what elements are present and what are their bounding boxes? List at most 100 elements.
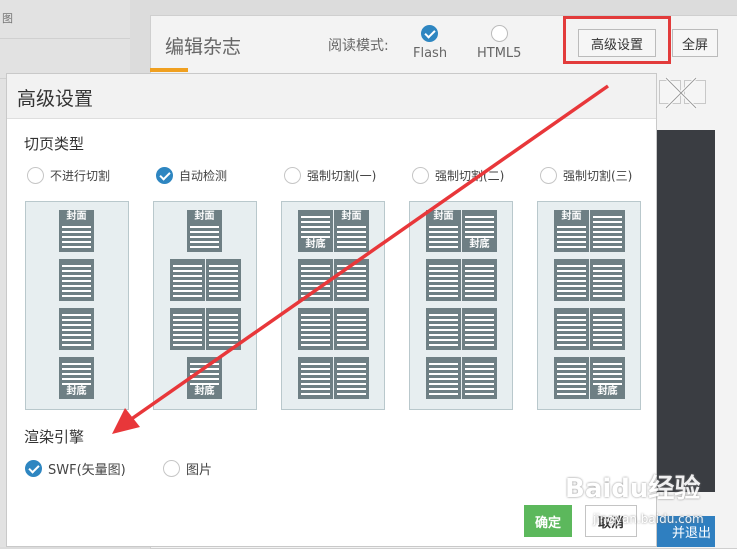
option-label: 不进行切割: [50, 168, 111, 183]
split-preview-auto[interactable]: 封面 封底: [153, 201, 257, 410]
text-line: [593, 275, 622, 277]
text-line: [465, 388, 494, 390]
text-line: [557, 246, 586, 248]
text-line: [301, 236, 330, 238]
text-line: [62, 270, 91, 272]
text-line: [465, 265, 494, 267]
render-engine-title: 渲染引擎: [24, 428, 85, 446]
split-option-none[interactable]: 不进行切割: [27, 165, 110, 185]
text-line: [301, 285, 330, 287]
text-line: [62, 324, 91, 326]
cover-label: 封面: [187, 211, 222, 223]
radio-icon: [412, 166, 429, 184]
text-line: [429, 383, 458, 385]
page-icon: [298, 357, 333, 399]
text-line: [301, 378, 330, 380]
text-line: [465, 295, 494, 297]
text-line: [429, 373, 458, 375]
confirm-button[interactable]: 确定: [524, 505, 572, 537]
text-line: [557, 319, 586, 321]
text-line: [301, 314, 330, 316]
page-icon: [426, 357, 461, 399]
split-preview-force-3[interactable]: 封面 封底: [537, 201, 641, 410]
text-line: [465, 226, 494, 228]
page-icon: [334, 308, 369, 350]
text-line: [337, 373, 366, 375]
back-cover-label: 封底: [590, 386, 625, 398]
text-line: [301, 339, 330, 341]
text-line: [593, 378, 622, 380]
text-line: [62, 241, 91, 243]
split-option-auto[interactable]: 自动检测: [156, 165, 227, 185]
render-option-image[interactable]: 图片: [163, 458, 212, 478]
text-line: [337, 236, 366, 238]
split-preview-none[interactable]: 封面 封底: [25, 201, 129, 410]
text-line: [62, 246, 91, 248]
html5-mode-radio[interactable]: [491, 25, 508, 42]
text-line: [465, 373, 494, 375]
text-line: [593, 383, 622, 385]
text-line: [557, 314, 586, 316]
radio-icon: [163, 459, 180, 477]
text-line: [337, 363, 366, 365]
text-line: [62, 226, 91, 228]
text-line: [190, 373, 219, 375]
text-line: [429, 324, 458, 326]
split-option-force-3[interactable]: 强制切割(三): [540, 165, 632, 185]
text-line: [465, 319, 494, 321]
text-line: [62, 368, 91, 370]
text-line: [337, 334, 366, 336]
text-line: [209, 324, 238, 326]
split-preview-force-1[interactable]: 封底 封面: [281, 201, 385, 410]
text-line: [62, 231, 91, 233]
text-line: [301, 270, 330, 272]
text-line: [301, 226, 330, 228]
text-line: [209, 314, 238, 316]
text-line: [593, 329, 622, 331]
page-icon: [590, 259, 625, 301]
text-line: [429, 241, 458, 243]
back-cover-page-icon: 封底: [298, 210, 333, 252]
text-line: [465, 368, 494, 370]
text-line: [209, 270, 238, 272]
text-line: [209, 280, 238, 282]
text-line: [557, 334, 586, 336]
page-icon: [206, 259, 241, 301]
text-line: [465, 363, 494, 365]
text-line: [429, 290, 458, 292]
flash-mode-radio[interactable]: [421, 25, 438, 42]
close-icon[interactable]: [660, 72, 702, 114]
text-line: [337, 290, 366, 292]
text-line: [593, 314, 622, 316]
split-option-force-2[interactable]: 强制切割(二): [412, 165, 504, 185]
render-option-swf[interactable]: SWF(矢量图): [25, 458, 126, 478]
text-line: [301, 344, 330, 346]
split-preview-force-2[interactable]: 封面 封底: [409, 201, 513, 410]
text-line: [173, 265, 202, 267]
text-line: [465, 290, 494, 292]
text-line: [337, 275, 366, 277]
cover-label: 封面: [554, 211, 589, 223]
text-line: [190, 368, 219, 370]
text-line: [301, 275, 330, 277]
fullscreen-button[interactable]: 全屏: [672, 29, 718, 57]
text-line: [465, 334, 494, 336]
text-line: [209, 334, 238, 336]
text-line: [429, 378, 458, 380]
text-line: [465, 393, 494, 395]
text-line: [209, 344, 238, 346]
page-icon: [590, 308, 625, 350]
text-line: [62, 334, 91, 336]
text-line: [62, 363, 91, 365]
text-line: [465, 221, 494, 223]
text-line: [429, 393, 458, 395]
page-icon: [462, 357, 497, 399]
dialog-header: 高级设置: [7, 74, 656, 119]
text-line: [593, 363, 622, 365]
back-cover-page-icon: 封底: [59, 357, 94, 399]
text-line: [62, 290, 91, 292]
radio-icon: [540, 166, 557, 184]
text-line: [337, 241, 366, 243]
split-option-force-1[interactable]: 强制切割(一): [284, 165, 376, 185]
text-line: [593, 265, 622, 267]
